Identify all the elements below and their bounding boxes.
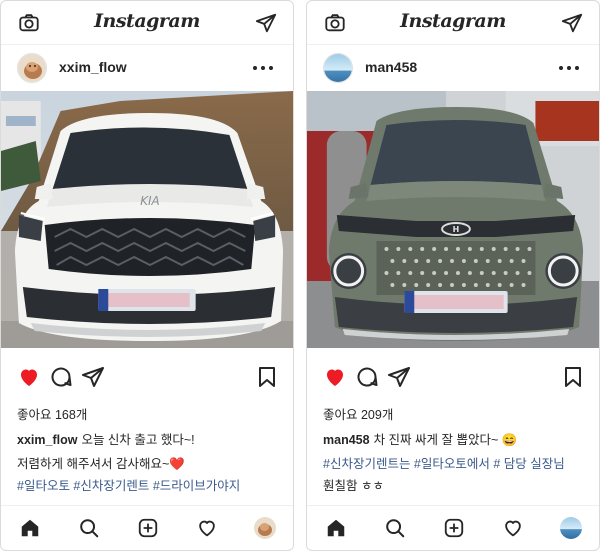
post-card-2: Instagram man458 H 좋아요 209개 man458 차 진짜 … (306, 0, 600, 551)
bookmark-icon[interactable] (255, 365, 279, 389)
bottom-nav (307, 505, 599, 550)
add-post-icon[interactable] (137, 517, 159, 539)
home-icon[interactable] (325, 517, 347, 539)
likes-count[interactable]: 좋아요 209개 (323, 404, 393, 423)
home-icon[interactable] (19, 517, 41, 539)
top-bar: Instagram (1, 1, 293, 45)
bookmark-icon[interactable] (561, 365, 585, 389)
share-icon[interactable] (387, 365, 411, 389)
hashtags[interactable]: #일타오토 #신차장기렌트 #드라이브가야지 (17, 475, 283, 494)
hashtags[interactable]: #신차장기렌트는 #일타오토에서 # 담당 실장님 (323, 453, 589, 472)
search-icon[interactable] (78, 517, 100, 539)
likes-count[interactable]: 좋아요 168개 (17, 404, 87, 423)
top-bar: Instagram (307, 1, 599, 45)
caption-text: 차 진짜 싸게 잘 뽑았다~ (373, 433, 499, 447)
caption-text: 오늘 신차 출고 했다~! (81, 433, 195, 447)
comment-icon[interactable] (355, 365, 379, 389)
red-heart-emoji: ❤️ (169, 457, 185, 471)
heart-icon[interactable] (323, 365, 347, 389)
caption-username[interactable]: xxim_flow (17, 433, 77, 447)
smile-emoji: 😄 (501, 433, 518, 447)
add-post-icon[interactable] (443, 517, 465, 539)
post-photo[interactable]: KIA (1, 91, 293, 348)
instagram-logo: Instagram (400, 10, 506, 32)
caption: xxim_flow 오늘 신차 출고 했다~! (17, 429, 283, 448)
avatar[interactable] (323, 53, 353, 83)
svg-text:H: H (453, 225, 460, 234)
caption-username[interactable]: man458 (323, 433, 370, 447)
caption-text-2: 저렴하게 해주셔서 감사해요~ (17, 457, 170, 471)
profile-avatar[interactable] (254, 517, 276, 539)
search-icon[interactable] (384, 517, 406, 539)
more-options-icon[interactable] (557, 58, 581, 78)
post-actions (1, 365, 293, 391)
activity-heart-icon[interactable] (196, 517, 218, 539)
post-actions (307, 365, 599, 391)
username[interactable]: man458 (365, 59, 417, 75)
username[interactable]: xxim_flow (59, 59, 127, 75)
share-icon[interactable] (81, 365, 105, 389)
svg-text:KIA: KIA (140, 194, 159, 208)
more-options-icon[interactable] (251, 58, 275, 78)
comment-icon[interactable] (49, 365, 73, 389)
post-card-1: Instagram xxim_flow KIA 좋아요 168개 xxim_fl… (0, 0, 294, 551)
send-icon[interactable] (255, 12, 277, 34)
profile-avatar[interactable] (560, 517, 582, 539)
post-header: man458 (307, 45, 599, 91)
send-icon[interactable] (561, 12, 583, 34)
post-photo[interactable]: H (307, 91, 599, 348)
heart-icon[interactable] (17, 365, 41, 389)
caption-line-2: 저렴하게 해주셔서 감사해요~❤️ (17, 453, 283, 472)
instagram-logo: Instagram (94, 10, 200, 32)
avatar[interactable] (17, 53, 47, 83)
post-header: xxim_flow (1, 45, 293, 91)
caption: man458 차 진짜 싸게 잘 뽑았다~ 😄 (323, 429, 589, 448)
bottom-nav (1, 505, 293, 550)
caption-line-4: 훤칠함 ㅎㅎ (323, 479, 384, 493)
activity-heart-icon[interactable] (502, 517, 524, 539)
